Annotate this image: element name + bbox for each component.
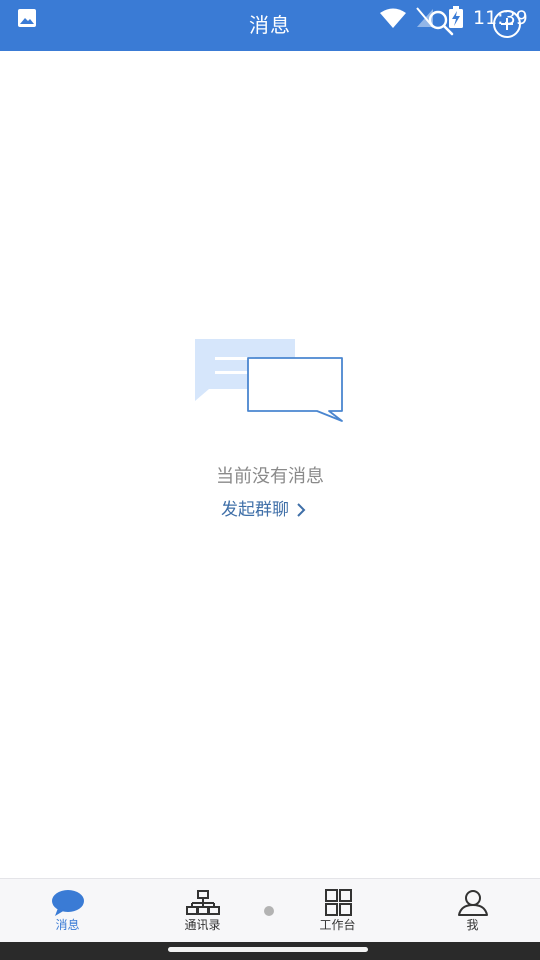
search-icon[interactable] <box>428 10 454 36</box>
header-bar: 消息 11:39 <box>0 0 540 51</box>
floating-assist-dot[interactable] <box>264 906 274 916</box>
tab-label: 消息 <box>55 918 80 932</box>
tab-label: 工作台 <box>319 918 356 932</box>
start-group-chat-label: 发起群聊 <box>221 500 289 520</box>
empty-state-message: 当前没有消息 <box>216 466 324 487</box>
chat-bubble-icon <box>51 890 84 916</box>
chevron-right-icon <box>297 503 306 517</box>
start-group-chat-link[interactable]: 发起群聊 <box>221 497 307 523</box>
org-chart-icon <box>185 890 220 915</box>
tab-contacts[interactable]: 通讯录 <box>135 879 270 943</box>
chat-bubbles-icon <box>195 339 343 422</box>
tab-label: 通讯录 <box>184 918 221 932</box>
tab-me[interactable]: 我 <box>405 879 540 943</box>
home-indicator[interactable] <box>168 947 368 952</box>
tab-workbench[interactable]: 工作台 <box>270 879 405 943</box>
tab-label: 我 <box>466 918 479 932</box>
wifi-icon <box>380 8 406 28</box>
system-navigation-bar <box>0 942 540 960</box>
user-icon <box>457 890 488 916</box>
tab-messages[interactable]: 消息 <box>0 879 135 943</box>
add-circle-icon[interactable] <box>492 9 522 39</box>
messages-screen: 消息 11:39 当前没有消息 发起群聊 消息 通讯录 工作台 我 <box>0 0 540 960</box>
grid-icon <box>324 889 352 916</box>
